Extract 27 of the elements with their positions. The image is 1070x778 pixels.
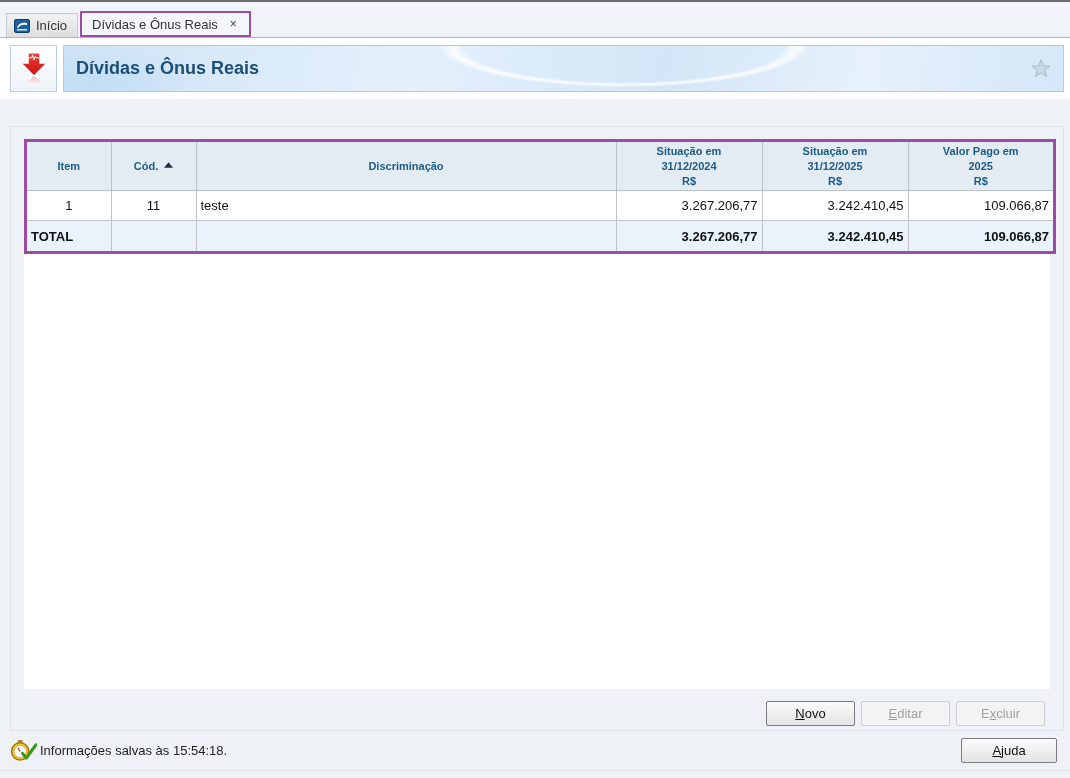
column-header[interactable]: Valor Pago em 2025 R$: [908, 142, 1053, 191]
column-header[interactable]: Situação em 31/12/2024 R$: [616, 142, 762, 191]
table-cell: 1: [27, 190, 111, 221]
page-title: Dívidas e Ônus Reais: [76, 58, 260, 79]
table-cell: teste: [196, 190, 616, 221]
column-header[interactable]: Item: [27, 142, 111, 191]
total-label: TOTAL: [27, 220, 111, 251]
column-header[interactable]: Cód.: [111, 142, 196, 191]
table-cell: 11: [111, 190, 196, 221]
tab[interactable]: Início: [6, 13, 79, 37]
sort-ascending-icon: [164, 161, 174, 168]
column-header[interactable]: Situação em 31/12/2025 R$: [762, 142, 908, 191]
help-button[interactable]: Ajuda: [961, 738, 1057, 763]
action-button[interactable]: Novo: [766, 701, 855, 726]
stopwatch-check-icon: [10, 739, 37, 762]
table-cell: 109.066,87: [908, 190, 1053, 221]
column-header[interactable]: Discriminação: [196, 142, 616, 191]
status-message: Informações salvas às 15:54:18.: [40, 743, 228, 758]
table-cell: 3.267.206,77: [616, 190, 762, 221]
table-cell: 3.242.410,45: [762, 190, 908, 221]
total-cell: 3.242.410,45: [762, 220, 908, 251]
star-icon[interactable]: [1031, 59, 1051, 78]
total-cell: 109.066,87: [908, 220, 1053, 251]
tile-icon: [14, 18, 30, 33]
tab-close-button[interactable]: ×: [229, 17, 237, 31]
total-cell: 3.267.206,77: [616, 220, 762, 251]
tab[interactable]: Dívidas e Ônus Reais ×: [80, 11, 251, 37]
